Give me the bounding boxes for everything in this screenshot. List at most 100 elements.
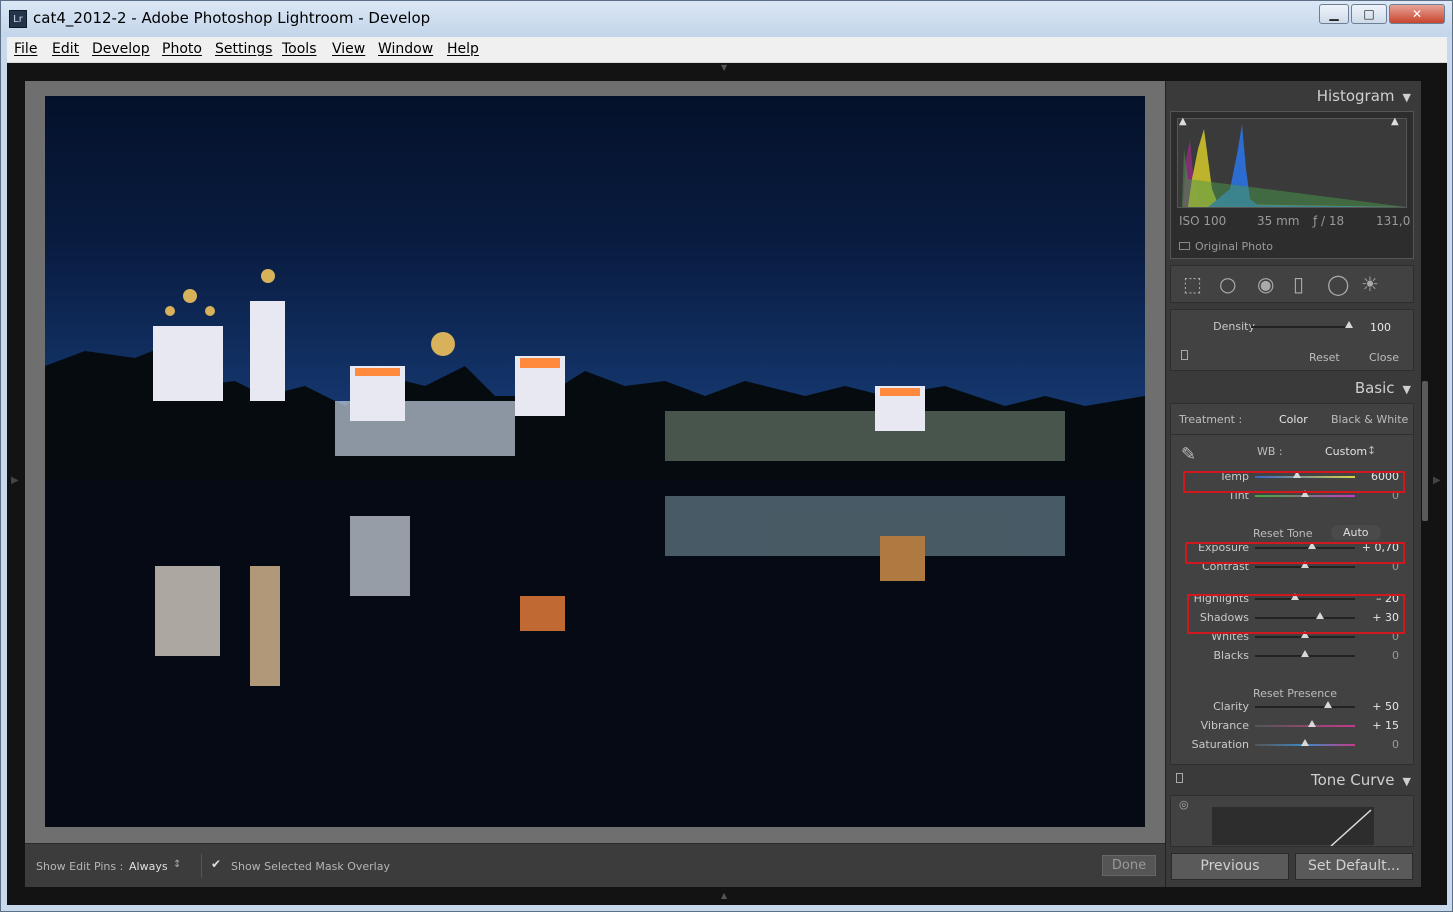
tool-strip: ⬚ ○ ◉ ▯ ◯ ☀ <box>1170 265 1414 303</box>
mask-overlay-label: Show Selected Mask Overlay <box>231 860 390 873</box>
bottom-panel-toggle-icon[interactable]: ▲ <box>721 891 727 900</box>
show-edit-pins-select[interactable]: Always <box>129 860 168 873</box>
highlight-annotation-box <box>1183 471 1405 493</box>
mask-close-button[interactable]: Close <box>1369 351 1399 364</box>
close-button[interactable]: ✕ <box>1389 4 1445 24</box>
wb-select[interactable]: Custom <box>1325 445 1367 458</box>
menu-bar: File Edit Develop Photo Settings Tools V… <box>7 37 1447 63</box>
basic-panel: Treatment : Color Black & White ✎ WB : C… <box>1170 403 1414 765</box>
clarity-label: Clarity <box>1213 700 1249 713</box>
left-panel-toggle-icon[interactable]: ▶ <box>11 475 19 486</box>
original-photo-checkbox[interactable] <box>1179 242 1190 250</box>
basic-header[interactable]: Basic ▼ <box>1355 379 1411 397</box>
highlight-annotation-box <box>1185 542 1405 564</box>
clarity-slider-track[interactable] <box>1255 706 1355 708</box>
graduated-filter-icon[interactable]: ▯ <box>1293 274 1304 294</box>
histogram-header[interactable]: Histogram ▼ <box>1317 87 1411 105</box>
menu-tools[interactable]: Tools <box>282 41 317 57</box>
panel-bottom-buttons: Previous Set Default... <box>1165 849 1421 887</box>
editing-toolbar: Show Edit Pins : Always ↕ ✔ Show Selecte… <box>25 843 1165 887</box>
mask-panel: Density 100 Reset Close <box>1170 309 1414 371</box>
menu-settings[interactable]: Settings <box>215 41 272 57</box>
collapse-triangle-icon[interactable]: ▼ <box>1403 91 1411 104</box>
clarity-slider-thumb[interactable] <box>1324 701 1332 708</box>
spot-removal-icon[interactable]: ○ <box>1219 274 1236 294</box>
menu-help[interactable]: Help <box>447 41 479 57</box>
title-bar[interactable]: Lr cat4_2012-2 - Adobe Photoshop Lightro… <box>1 1 1452 37</box>
menu-window[interactable]: Window <box>378 41 433 57</box>
shutter-info: 131,0 <box>1376 214 1411 228</box>
tone-curve-graph[interactable] <box>1211 806 1375 846</box>
tone-curve-title: Tone Curve <box>1310 771 1395 789</box>
density-value[interactable]: 100 <box>1351 321 1391 334</box>
develop-module: ▼ ▶ ▶ ▲ Show Edit Pins: Always ↕ ✔ Show… <box>7 63 1447 905</box>
previous-button[interactable]: Previous <box>1171 853 1289 880</box>
select-arrows-icon[interactable]: ↕ <box>1367 444 1376 457</box>
vibrance-slider-track[interactable] <box>1255 725 1355 727</box>
minimize-button[interactable]: ▁ <box>1319 4 1349 24</box>
blacks-value[interactable]: 0 <box>1359 649 1399 662</box>
right-panel: Histogram ▼ ▲ ▲ ISO 100 35 mm ƒ / 18 131,… <box>1165 81 1421 887</box>
window-title: cat4_2012-2 - Adobe Photoshop Lightroom … <box>33 9 431 27</box>
panel-switch-icon[interactable] <box>1176 773 1183 783</box>
treatment-label: Treatment : <box>1179 413 1243 426</box>
red-eye-icon[interactable]: ◉ <box>1257 274 1274 294</box>
lightroom-app-icon: Lr <box>9 10 27 28</box>
basic-title: Basic <box>1354 379 1395 397</box>
mask-reset-button[interactable]: Reset <box>1309 351 1340 364</box>
menu-edit[interactable]: Edit <box>52 41 79 57</box>
collapse-triangle-icon[interactable]: ▼ <box>1403 775 1411 788</box>
show-edit-pins-label: Show Edit Pins : <box>36 860 124 873</box>
right-panel-scrollbar[interactable] <box>1422 381 1428 521</box>
divider <box>1171 434 1413 435</box>
image-view <box>25 81 1165 843</box>
menu-file[interactable]: File <box>14 41 37 57</box>
iso-info: ISO 100 <box>1179 214 1227 228</box>
panel-switch-icon[interactable] <box>1181 350 1188 360</box>
saturation-label: Saturation <box>1191 738 1249 751</box>
menu-photo[interactable]: Photo <box>162 41 202 57</box>
toolbar-divider <box>201 854 202 878</box>
select-arrows-icon[interactable]: ↕ <box>173 859 181 870</box>
right-panel-toggle-icon[interactable]: ▶ <box>1433 475 1441 486</box>
tone-curve-header[interactable]: Tone Curve ▼ <box>1311 771 1411 789</box>
photo-image <box>45 246 1145 827</box>
application-window: Lr cat4_2012-2 - Adobe Photoshop Lightro… <box>0 0 1453 912</box>
blacks-label: Blacks <box>1213 649 1250 662</box>
shadow-clipping-icon[interactable]: ▲ <box>1179 116 1187 127</box>
highlight-clipping-icon[interactable]: ▲ <box>1391 116 1399 127</box>
crop-overlay-icon[interactable]: ⬚ <box>1183 274 1202 294</box>
set-default-button[interactable]: Set Default... <box>1295 853 1413 880</box>
reset-presence-button[interactable]: Reset Presence <box>1253 687 1337 700</box>
targeted-adjustment-icon[interactable]: ◎ <box>1179 798 1189 811</box>
mask-overlay-checkbox[interactable]: ✔ <box>211 858 223 870</box>
saturation-value[interactable]: 0 <box>1359 738 1399 751</box>
maximize-button[interactable]: □ <box>1351 4 1387 24</box>
photo-preview[interactable] <box>45 96 1145 827</box>
done-button[interactable]: Done <box>1102 855 1156 876</box>
saturation-slider-thumb[interactable] <box>1301 739 1309 746</box>
histogram-graph <box>1182 124 1406 207</box>
white-balance-eyedropper-icon[interactable]: ✎ <box>1181 444 1196 465</box>
focal-length-info: 35 mm <box>1257 214 1300 228</box>
original-photo-label: Original Photo <box>1195 240 1273 253</box>
reset-tone-button[interactable]: Reset Tone <box>1253 527 1313 540</box>
collapse-triangle-icon[interactable]: ▼ <box>1403 383 1411 396</box>
wb-label: WB : <box>1257 445 1283 458</box>
tone-curve-panel: ◎ <box>1170 795 1414 847</box>
density-slider-track[interactable] <box>1251 326 1349 328</box>
vibrance-slider-thumb[interactable] <box>1308 720 1316 727</box>
menu-develop[interactable]: Develop <box>92 41 150 57</box>
vibrance-value[interactable]: + 15 <box>1359 719 1399 732</box>
treatment-bw-button[interactable]: Black & White <box>1331 413 1408 426</box>
blacks-slider-thumb[interactable] <box>1301 650 1309 657</box>
treatment-color-button[interactable]: Color <box>1279 413 1308 426</box>
menu-view[interactable]: View <box>332 41 365 57</box>
vibrance-label: Vibrance <box>1200 719 1249 732</box>
radial-filter-icon[interactable]: ◯ <box>1327 274 1349 294</box>
top-panel-toggle-icon[interactable]: ▼ <box>721 64 733 72</box>
clarity-value[interactable]: + 50 <box>1359 700 1399 713</box>
adjustment-brush-icon[interactable]: ☀ <box>1361 274 1379 294</box>
histogram-plot[interactable] <box>1177 118 1407 208</box>
auto-tone-button[interactable]: Auto <box>1331 525 1381 540</box>
